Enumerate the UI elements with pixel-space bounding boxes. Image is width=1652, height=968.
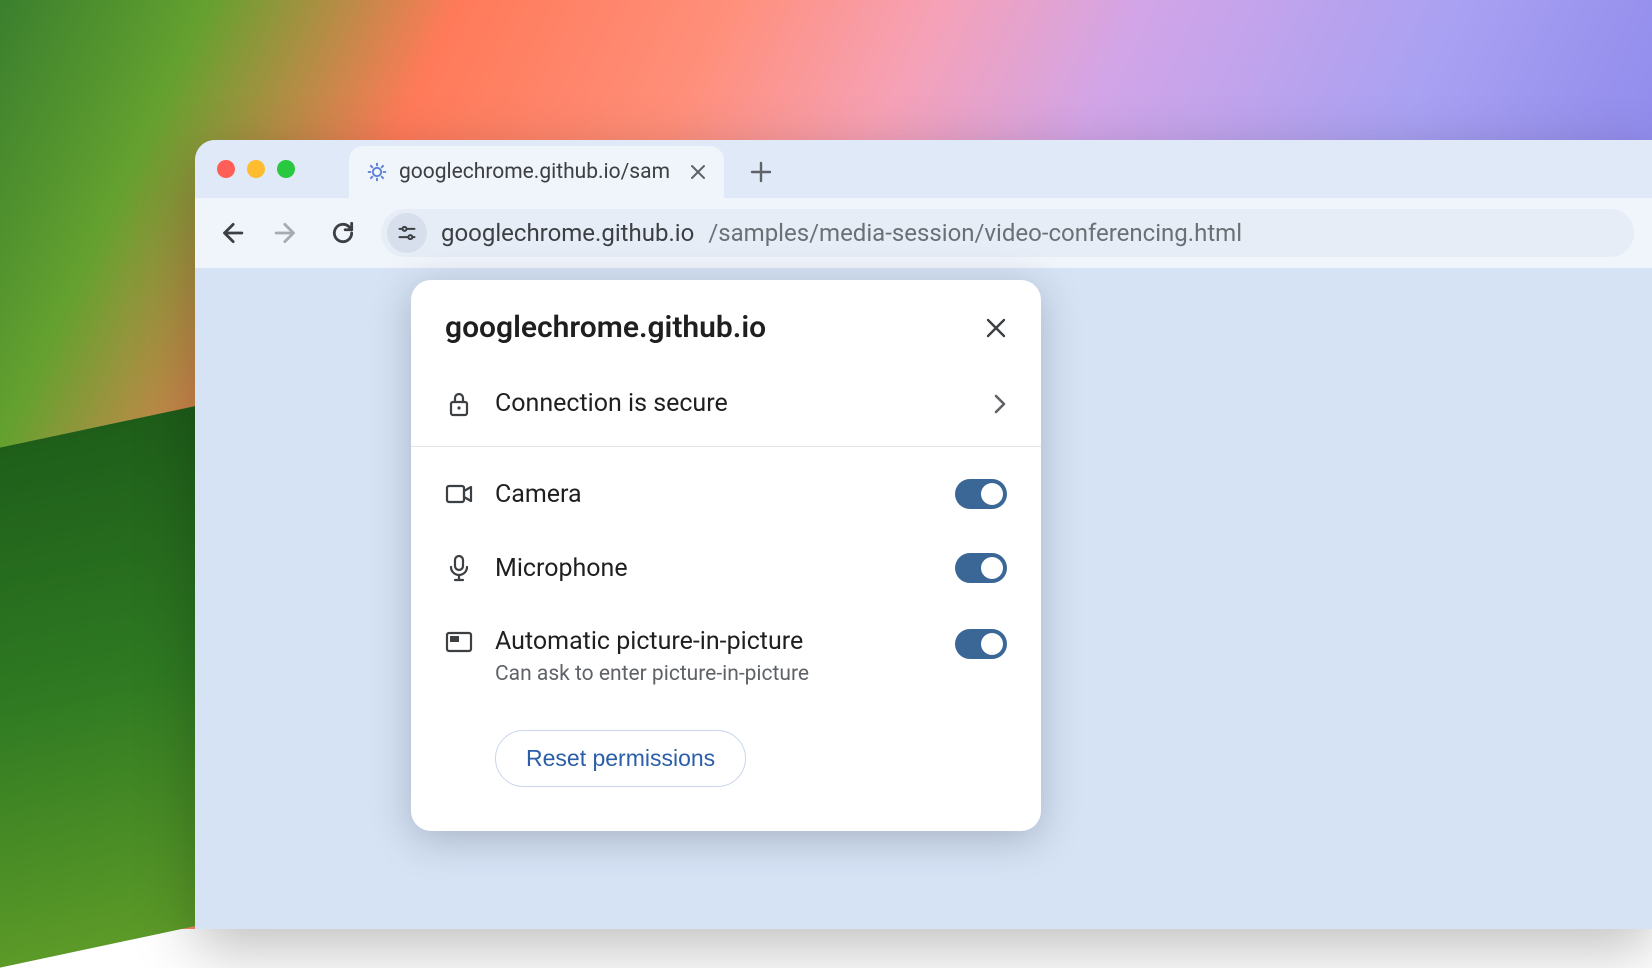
favicon-icon (367, 162, 387, 182)
microphone-icon (445, 554, 473, 582)
picture-in-picture-icon (445, 631, 473, 653)
tab-strip: googlechrome.github.io/sam (195, 140, 1652, 198)
pip-toggle[interactable] (955, 629, 1007, 659)
lock-icon (445, 390, 473, 418)
address-bar[interactable]: googlechrome.github.io/samples/media-ses… (381, 209, 1634, 257)
browser-window: googlechrome.github.io/sam googlechrome.… (195, 140, 1652, 929)
permission-label: Automatic picture-in-picture (495, 627, 933, 656)
microphone-toggle[interactable] (955, 553, 1007, 583)
reload-button[interactable] (325, 215, 361, 251)
camera-toggle[interactable] (955, 479, 1007, 509)
close-tab-button[interactable] (690, 164, 706, 180)
site-info-button[interactable] (387, 213, 427, 253)
chevron-right-icon (993, 393, 1007, 415)
browser-tab[interactable]: googlechrome.github.io/sam (349, 146, 724, 198)
permission-camera-row: Camera (411, 457, 1041, 531)
connection-secure-label: Connection is secure (495, 389, 971, 418)
minimize-window-button[interactable] (247, 160, 265, 178)
permission-label: Camera (495, 480, 933, 509)
popup-close-button[interactable] (985, 317, 1007, 339)
permission-microphone-row: Microphone (411, 531, 1041, 605)
camera-icon (445, 483, 473, 505)
forward-button[interactable] (269, 215, 305, 251)
permission-sublabel: Can ask to enter picture-in-picture (495, 662, 933, 686)
connection-secure-row[interactable]: Connection is secure (411, 367, 1041, 447)
back-button[interactable] (213, 215, 249, 251)
popup-title: googlechrome.github.io (445, 310, 766, 345)
browser-toolbar: googlechrome.github.io/samples/media-ses… (195, 198, 1652, 268)
reset-permissions-button[interactable]: Reset permissions (495, 730, 746, 787)
url-path: /samples/media-session/video-conferencin… (708, 219, 1242, 247)
new-tab-button[interactable] (750, 146, 772, 198)
tab-title: googlechrome.github.io/sam (399, 160, 670, 184)
permission-label: Microphone (495, 554, 933, 583)
permission-pip-row: Automatic picture-in-picture Can ask to … (411, 605, 1041, 708)
maximize-window-button[interactable] (277, 160, 295, 178)
site-info-popup: googlechrome.github.io Connection is sec… (411, 280, 1041, 831)
close-window-button[interactable] (217, 160, 235, 178)
window-controls (217, 160, 295, 178)
url-host: googlechrome.github.io (441, 219, 694, 247)
